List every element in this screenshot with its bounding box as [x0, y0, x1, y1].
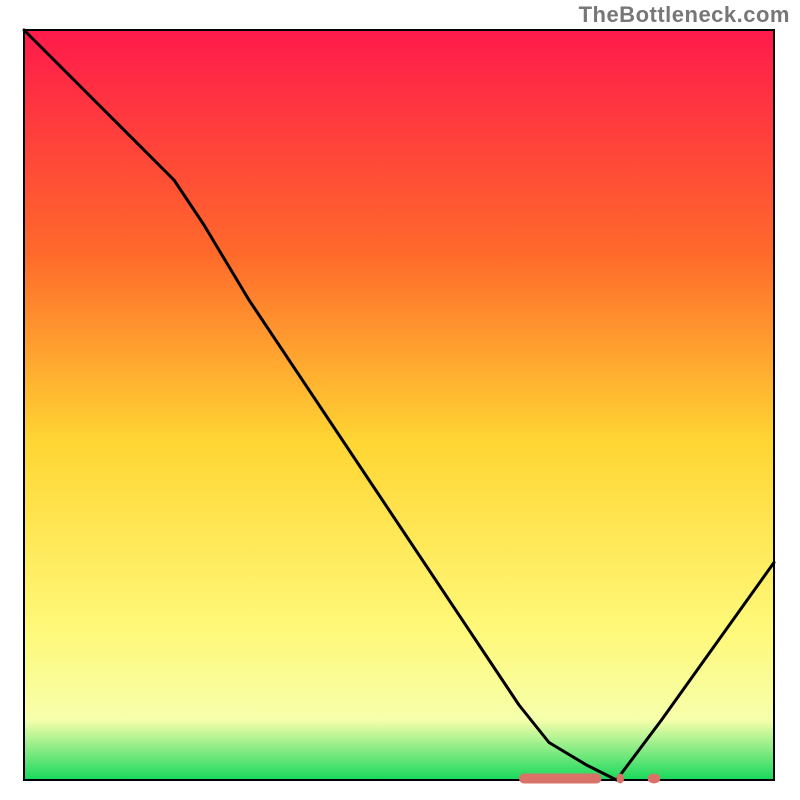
chart-container: TheBottleneck.com [0, 0, 800, 800]
marker-dot [648, 774, 661, 784]
bottleneck-chart [0, 0, 800, 800]
marker-segment [617, 774, 625, 784]
marker-segment [519, 774, 602, 784]
